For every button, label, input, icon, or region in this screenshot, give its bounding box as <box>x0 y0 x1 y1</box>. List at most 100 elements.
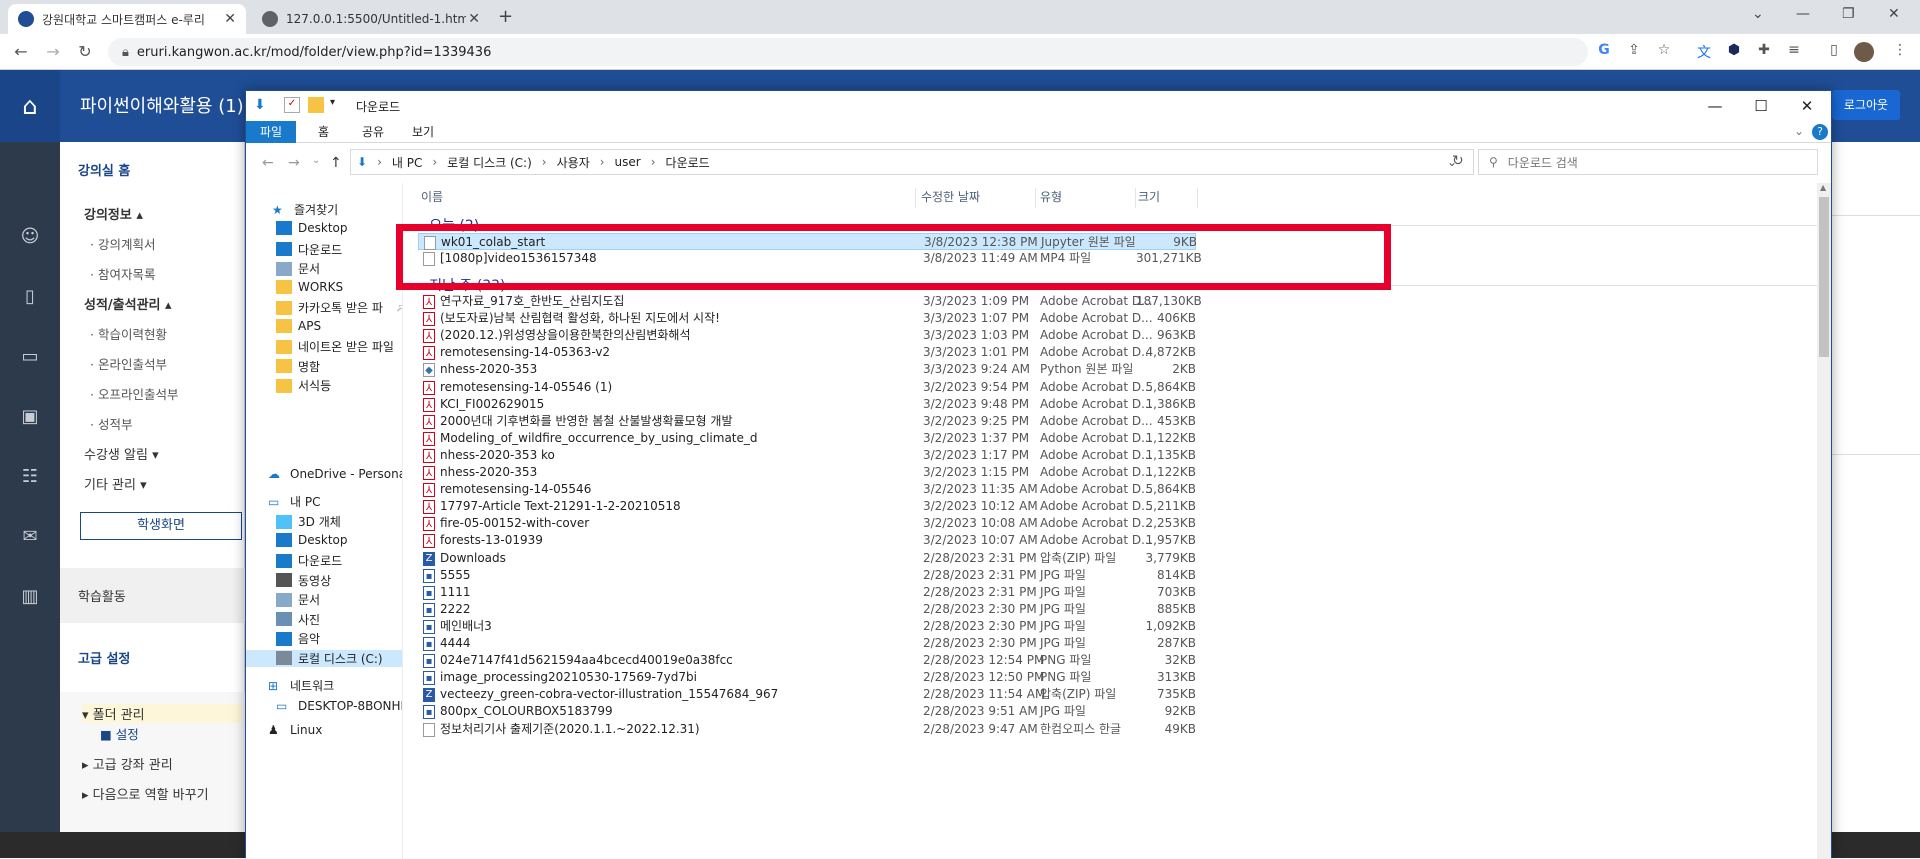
file-row[interactable]: Zvecteezy_green-cobra-vector-illustratio… <box>403 686 1803 703</box>
menu-adv-course[interactable]: ▸ 고급 강좌 관리 <box>82 754 173 773</box>
tab-home[interactable]: 홈 <box>304 121 343 143</box>
puzzle-icon[interactable]: ✚ <box>1754 42 1774 62</box>
file-row[interactable]: ⅄ nhess-2020-353 ko 3/2/2023 1:17 PM Adobe … <box>403 447 1803 464</box>
nav-pc-item[interactable]: 다운로드 <box>276 552 342 569</box>
column-name[interactable]: 이름 <box>421 188 916 208</box>
browser-tab-eruri[interactable]: 강원대학교 스마트캠퍼스 e-루리 ✕ <box>8 4 246 34</box>
tab-view[interactable]: 보기 <box>398 121 448 143</box>
menu-settings[interactable]: ■ 설정 <box>100 724 139 743</box>
nav-quick-item[interactable]: WORKS📌︎ <box>276 279 402 294</box>
library-icon[interactable]: ▥ <box>18 586 42 610</box>
scroll-up-icon[interactable]: ▲ <box>1820 183 1826 192</box>
nav-quick-item[interactable]: 네이트온 받은 파일 <box>276 338 394 355</box>
nav-network[interactable]: ⊞ 네트워크 <box>268 677 334 694</box>
nav-quick-item[interactable]: APS <box>276 318 321 333</box>
nav-pc-item[interactable]: 사진 <box>276 611 320 628</box>
column-date[interactable]: 수정한 날짜 <box>921 188 1036 208</box>
back-icon[interactable]: ← <box>262 155 274 171</box>
file-row[interactable]: ⅄ forests-13-01939 3/2/2023 10:07 AM Adobe … <box>403 532 1803 549</box>
sidepanel-icon[interactable]: ▯ <box>1824 42 1844 62</box>
crumb-this-pc[interactable]: 내 PC <box>392 154 422 171</box>
ribbon-expand-icon[interactable]: ⌄ <box>1794 124 1804 138</box>
forward-icon[interactable]: → <box>288 155 300 171</box>
nav-this-pc[interactable]: ▭ 내 PC <box>268 493 320 510</box>
nav-pc-item[interactable]: 동영상 <box>276 572 331 589</box>
file-row[interactable]: 정보처리기사 출제기준(2020.1.1.~2022.12.31) 2/28/20… <box>403 721 1803 738</box>
home-icon[interactable]: ⌂ <box>0 70 60 142</box>
tab-file[interactable]: 파일 <box>246 121 297 143</box>
back-icon[interactable]: ← <box>6 42 36 61</box>
vertical-scrollbar[interactable]: ▲ <box>1817 183 1831 859</box>
nav-pc-item[interactable]: 로컬 디스크 (C:) <box>246 649 402 667</box>
crumb-downloads[interactable]: 다운로드 <box>666 154 710 171</box>
file-row[interactable]: ⅄ 17797-Article Text-21291-1-2-20210518 3/… <box>403 498 1803 515</box>
reload-icon[interactable]: ↻ <box>70 42 100 61</box>
file-row[interactable]: ▪ 1111 2/28/2023 2:31 PM JPG 파일 703KB <box>403 584 1803 601</box>
file-row[interactable]: ▪ 024e7147f41d5621594aa4bcecd40019e0a38fc… <box>403 652 1803 669</box>
share-icon[interactable]: ⇪ <box>1624 42 1644 62</box>
file-row[interactable]: ⅄ 2000년대 기후변화를 반영한 봄철 산불발생확률모형 개발 3/2/2023… <box>403 413 1803 430</box>
file-row[interactable]: ▪ image_processing20210530-17569-7yd7bi 2/… <box>403 669 1803 686</box>
google-icon[interactable]: G <box>1594 42 1614 62</box>
new-tab-icon[interactable]: + <box>498 6 513 27</box>
menu-folder-mgmt[interactable]: ▾ 폴더 관리 <box>82 704 242 723</box>
file-row[interactable]: ▪ 메인배너3 2/28/2023 2:30 PM JPG 파일 1,092KB <box>403 618 1803 635</box>
menu-history[interactable]: · 학습이력현황 <box>90 324 167 343</box>
quick-access-dropdown-icon[interactable]: ▾ <box>330 97 346 113</box>
nav-quick-item[interactable]: 서식등 <box>276 377 331 394</box>
download-arrow-icon[interactable]: ⬇ <box>254 97 270 113</box>
logout-button[interactable]: 로그아웃 <box>1832 90 1900 120</box>
menu-online-attendance[interactable]: · 온라인출석부 <box>90 354 167 373</box>
file-row[interactable]: ⅄ fire-05-00152-with-cover 3/2/2023 10:08 … <box>403 515 1803 532</box>
close-icon[interactable]: ✕ <box>1784 91 1830 121</box>
column-size[interactable]: 크기 <box>1138 188 1198 208</box>
nav-onedrive[interactable]: ☁ OneDrive - Personal <box>268 467 402 481</box>
restore-icon[interactable]: ❐ <box>1842 6 1855 22</box>
nav-pc-item[interactable]: 문서 <box>276 591 320 608</box>
file-row[interactable]: ▪ 2222 2/28/2023 2:30 PM JPG 파일 885KB <box>403 601 1803 618</box>
url-field[interactable]: 🔒︎ eruri.kangwon.ac.kr/mod/folder/view.p… <box>108 38 1588 66</box>
nav-quick-access[interactable]: ★ 즐겨찾기 <box>272 201 338 218</box>
nav-pc-item[interactable]: 음악 <box>276 630 320 647</box>
nav-quick-item[interactable]: Desktop📌︎ <box>276 221 402 235</box>
menu-switch-role[interactable]: ▸ 다음으로 역할 바꾸기 <box>82 784 209 803</box>
recent-dropdown-icon[interactable]: ⌄ <box>312 155 320 166</box>
search-input[interactable]: ⚲ 다운로드 검색 <box>1478 149 1818 175</box>
menu-offline-attendance[interactable]: · 오프라인출석부 <box>90 384 178 403</box>
menu-syllabus[interactable]: · 강의계획서 <box>90 234 155 253</box>
student-view-button[interactable]: 학생화면 <box>80 512 242 540</box>
menu-course-info[interactable]: 강의정보 ▴ <box>84 204 143 223</box>
crumb-user[interactable]: user <box>615 155 641 169</box>
file-row[interactable]: ◆ nhess-2020-353 3/3/2023 9:24 AM Python 원본… <box>403 361 1803 378</box>
nav-quick-item[interactable]: 카카오톡 받은 파 📌︎ <box>276 299 402 316</box>
file-row[interactable]: ⅄ KCI_FI002629015 3/2/2023 9:48 PM Adobe Ac… <box>403 396 1803 413</box>
file-row[interactable]: ⅄ (2020.12.)위성영상을이용한북한의산림변화해석 3/3/2023 1:0… <box>403 327 1803 344</box>
close-icon[interactable]: ✕ <box>468 11 480 27</box>
tab-search-icon[interactable]: ⌄ <box>1752 6 1764 22</box>
nav-pc-item[interactable]: Desktop <box>276 532 348 547</box>
file-row[interactable]: ⅄ remotesensing-14-05363-v2 3/3/2023 1:01 … <box>403 344 1803 361</box>
nav-pc-item[interactable]: 3D 개체 <box>276 513 341 530</box>
help-icon[interactable]: ? <box>1812 124 1828 140</box>
mail-icon[interactable]: ✉ <box>18 526 42 550</box>
refresh-icon[interactable]: ↻ <box>1452 153 1464 169</box>
file-row[interactable]: ⅄ 연구자료_917호_한반도_산림지도집 3/3/2023 1:09 PM Adob… <box>403 293 1803 310</box>
new-folder-icon[interactable] <box>308 97 324 113</box>
nav-desktop-pc[interactable]: ▭ DESKTOP-8BONHIC <box>276 699 402 713</box>
breadcrumb[interactable]: ⬇ › 내 PC › 로컬 디스크 (C:) › 사용자 › user › 다운… <box>350 149 1474 175</box>
scroll-thumb[interactable] <box>1819 197 1829 357</box>
file-row[interactable]: ⅄ (보도자료)남북 산림협력 활성화, 하나된 지도에서 시작! 3/3/2023… <box>403 310 1803 327</box>
file-row[interactable]: ▪ 800px_COLOURBOX5183799 2/28/2023 9:51 AM… <box>403 703 1803 720</box>
translate-icon[interactable]: 文 <box>1694 42 1714 62</box>
profile-avatar[interactable] <box>1854 42 1874 62</box>
maximize-icon[interactable]: ☐ <box>1738 91 1784 121</box>
tab-share[interactable]: 공유 <box>348 121 398 143</box>
board-icon[interactable]: ▣ <box>18 406 42 430</box>
user-icon[interactable]: ☺ <box>18 226 42 250</box>
close-icon[interactable]: ✕ <box>224 11 236 27</box>
menu-other[interactable]: 기타 관리 ▾ <box>84 474 147 493</box>
close-window-icon[interactable]: ✕ <box>1888 6 1900 22</box>
file-row[interactable]: ⅄ remotesensing-14-05546 3/2/2023 11:35 AM… <box>403 481 1803 498</box>
nav-quick-item[interactable]: 문서📌︎ <box>276 260 402 277</box>
open-book-icon[interactable]: ▭ <box>18 346 42 370</box>
